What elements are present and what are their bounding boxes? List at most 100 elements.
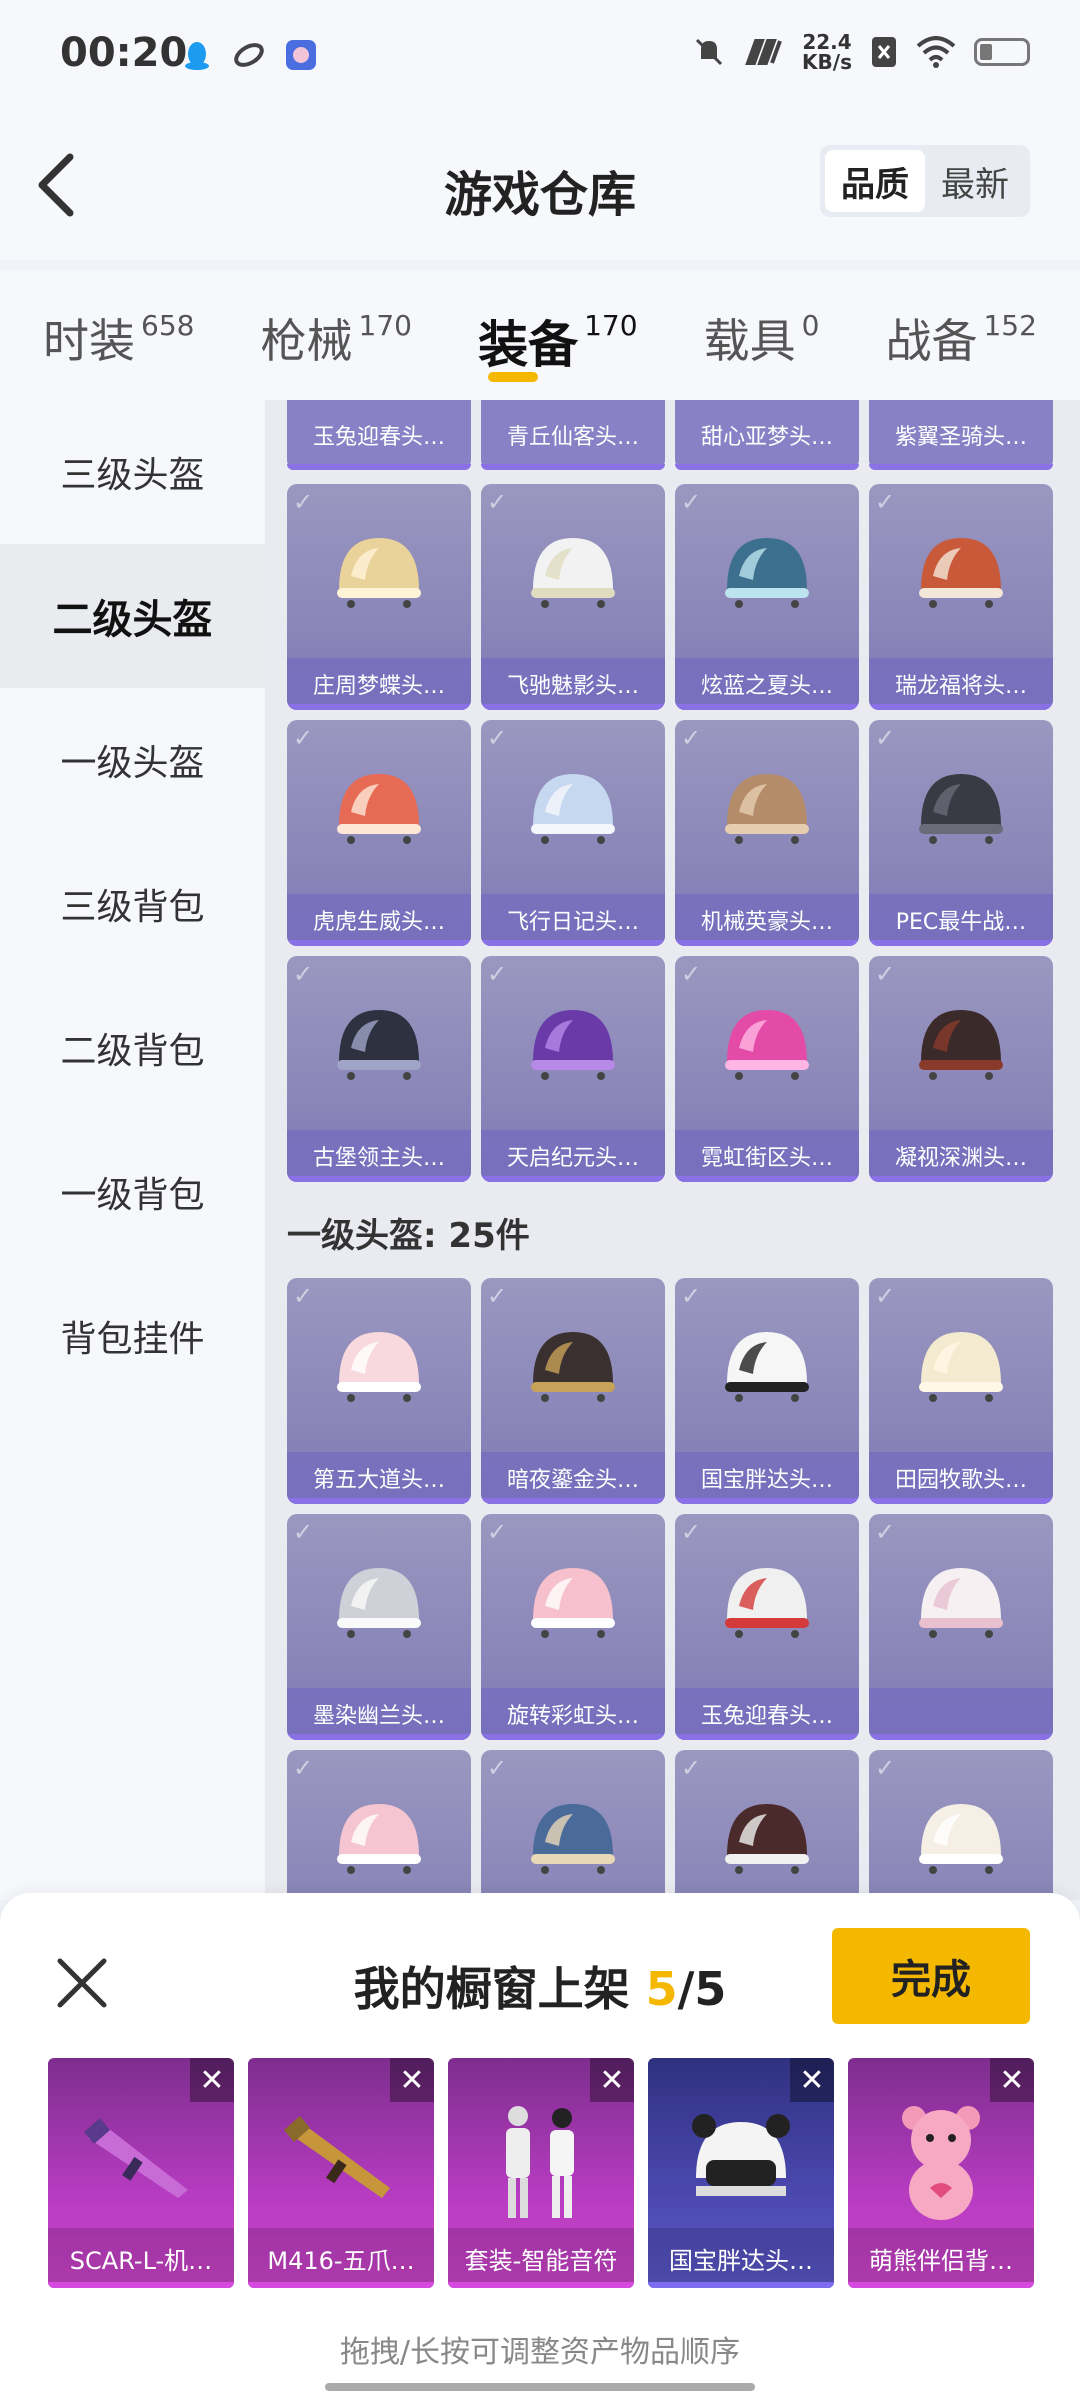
remove-item-icon[interactable]: ✕	[590, 2058, 634, 2102]
check-icon[interactable]: ✓	[293, 1518, 313, 1546]
check-icon[interactable]: ✓	[875, 1282, 895, 1310]
tab-vehicles[interactable]: 载具 0	[704, 270, 820, 400]
item-card[interactable]: ✓ 旋转彩虹头…	[481, 1514, 665, 1740]
check-icon[interactable]: ✓	[875, 724, 895, 752]
item-grid-area[interactable]: 玉兔迎春头… 青丘仙客头… 甜心亚梦头… 紫翼圣骑头… ✓ 庄周梦蝶头… ✓ 飞驰魅影…	[265, 400, 1080, 1900]
item-card[interactable]: ✓ 霓虹街区头…	[675, 956, 859, 1182]
item-card-label[interactable]: 甜心亚梦头…	[675, 400, 859, 470]
check-icon[interactable]: ✓	[487, 724, 507, 752]
item-card-label: 飞驰魅影头…	[481, 658, 665, 710]
item-card[interactable]: ✓ 玉兔迎春头…	[675, 1514, 859, 1740]
done-button[interactable]: 完成	[832, 1928, 1030, 2024]
remove-item-icon[interactable]: ✕	[390, 2058, 434, 2102]
partial-row: 玉兔迎春头… 青丘仙客头… 甜心亚梦头… 紫翼圣骑头…	[287, 400, 1053, 470]
remove-item-icon[interactable]: ✕	[790, 2058, 834, 2102]
item-card[interactable]: ✓ 飞行日记头…	[481, 720, 665, 946]
check-icon[interactable]: ✓	[681, 960, 701, 988]
sidebar-item-level1-helmet[interactable]: 一级头盔	[0, 688, 265, 832]
sort-by-newest[interactable]: 最新	[925, 150, 1025, 212]
item-card[interactable]: ✓ 天启纪元头…	[481, 956, 665, 1182]
showcase-item-label: 萌熊伴侣背…	[848, 2228, 1034, 2288]
showcase-item[interactable]: ✕ SCAR-L-机…	[48, 2058, 234, 2288]
sidebar-item-level3-backpack[interactable]: 三级背包	[0, 832, 265, 976]
check-icon[interactable]: ✓	[875, 1518, 895, 1546]
level1-helmet-grid: ✓ 第五大道头… ✓ 暗夜鎏金头… ✓ 国宝胖达头… ✓ 田园牧歌头… ✓ 墨染幽兰头… ✓ 旋转彩虹…	[287, 1278, 1053, 1900]
level2-helmet-grid: ✓ 庄周梦蝶头… ✓ 飞驰魅影头… ✓ 炫蓝之夏头… ✓ 瑞龙福将头… ✓ 虎虎生威头… ✓ 飞行日记…	[287, 484, 1053, 1182]
item-card[interactable]: ✓	[675, 1750, 859, 1900]
showcase-item[interactable]: ✕ 套装-智能音符	[448, 2058, 634, 2288]
item-card-label: 飞行日记头…	[481, 894, 665, 946]
item-card-label: 庄周梦蝶头…	[287, 658, 471, 710]
tab-equipment[interactable]: 装备 170	[478, 270, 638, 400]
check-icon[interactable]: ✓	[487, 1282, 507, 1310]
item-card[interactable]: ✓	[287, 1750, 471, 1900]
item-card[interactable]: ✓ 第五大道头…	[287, 1278, 471, 1504]
item-card-label[interactable]: 青丘仙客头…	[481, 400, 665, 470]
check-icon[interactable]: ✓	[293, 960, 313, 988]
tab-combat-gear[interactable]: 战备 152	[885, 270, 1036, 400]
sidebar-item-level1-backpack[interactable]: 一级背包	[0, 1120, 265, 1264]
item-card-label[interactable]: 紫翼圣骑头…	[869, 400, 1053, 470]
tab-label: 载具	[703, 314, 796, 368]
item-card[interactable]: ✓ 炫蓝之夏头…	[675, 484, 859, 710]
check-icon[interactable]: ✓	[293, 724, 313, 752]
helmet-icon	[725, 774, 809, 844]
check-icon[interactable]: ✓	[293, 1282, 313, 1310]
item-card-label: 田园牧歌头…	[869, 1452, 1053, 1504]
showcase-sheet: 我的橱窗上架 5/5 完成 ✕ SCAR-L-机… ✕ M416-五爪… ✕ 套…	[0, 1893, 1080, 2400]
check-icon[interactable]: ✓	[293, 488, 313, 516]
item-card[interactable]: ✓ 墨染幽兰头…	[287, 1514, 471, 1740]
check-icon[interactable]: ✓	[681, 724, 701, 752]
check-icon[interactable]: ✓	[681, 488, 701, 516]
helmet-icon	[337, 1804, 421, 1874]
check-icon[interactable]: ✓	[293, 1754, 313, 1782]
sidebar-item-level3-helmet[interactable]: 三级头盔	[0, 400, 265, 544]
check-icon[interactable]: ✓	[875, 960, 895, 988]
tab-fashion[interactable]: 时装 658	[43, 270, 194, 400]
item-card[interactable]: ✓	[869, 1750, 1053, 1900]
tab-guns[interactable]: 枪械 170	[261, 270, 412, 400]
tab-count: 658	[141, 309, 195, 342]
item-card[interactable]: ✓ PEC最牛战…	[869, 720, 1053, 946]
showcase-item[interactable]: ✕ M416-五爪…	[248, 2058, 434, 2288]
check-icon[interactable]: ✓	[681, 1282, 701, 1310]
item-card-label: 玉兔迎春头…	[675, 1688, 859, 1740]
home-indicator[interactable]	[325, 2383, 755, 2391]
item-card-label[interactable]: 玉兔迎春头…	[287, 400, 471, 470]
remove-item-icon[interactable]: ✕	[990, 2058, 1034, 2102]
check-icon[interactable]: ✓	[487, 960, 507, 988]
item-card[interactable]: ✓	[481, 1750, 665, 1900]
status-time: 00:20	[60, 30, 188, 76]
net-speed: 22.4 KB/s	[802, 30, 852, 74]
check-icon[interactable]: ✓	[681, 1518, 701, 1546]
item-card[interactable]: ✓	[869, 1514, 1053, 1740]
tab-count: 170	[358, 309, 412, 342]
showcase-item[interactable]: ✕ 国宝胖达头…	[648, 2058, 834, 2288]
item-card-label	[869, 1688, 1053, 1740]
sidebar-item-backpack-charm[interactable]: 背包挂件	[0, 1264, 265, 1408]
item-card-label: 虎虎生威头…	[287, 894, 471, 946]
remove-item-icon[interactable]: ✕	[190, 2058, 234, 2102]
check-icon[interactable]: ✓	[875, 488, 895, 516]
item-card[interactable]: ✓ 虎虎生威头…	[287, 720, 471, 946]
item-card[interactable]: ✓ 暗夜鎏金头…	[481, 1278, 665, 1504]
check-icon[interactable]: ✓	[487, 1754, 507, 1782]
item-card[interactable]: ✓ 飞驰魅影头…	[481, 484, 665, 710]
item-card[interactable]: ✓ 庄周梦蝶头…	[287, 484, 471, 710]
showcase-count: 5	[645, 1962, 678, 2016]
sidebar-item-level2-helmet[interactable]: 二级头盔	[0, 544, 265, 688]
check-icon[interactable]: ✓	[681, 1754, 701, 1782]
check-icon[interactable]: ✓	[875, 1754, 895, 1782]
sidebar-item-level2-backpack[interactable]: 二级背包	[0, 976, 265, 1120]
item-card[interactable]: ✓ 瑞龙福将头…	[869, 484, 1053, 710]
item-card[interactable]: ✓ 机械英豪头…	[675, 720, 859, 946]
check-icon[interactable]: ✓	[487, 1518, 507, 1546]
item-card[interactable]: ✓ 田园牧歌头…	[869, 1278, 1053, 1504]
active-tab-indicator	[487, 372, 538, 382]
check-icon[interactable]: ✓	[487, 488, 507, 516]
item-card[interactable]: ✓ 古堡领主头…	[287, 956, 471, 1182]
showcase-item[interactable]: ✕ 萌熊伴侣背…	[848, 2058, 1034, 2288]
item-card[interactable]: ✓ 凝视深渊头…	[869, 956, 1053, 1182]
item-card[interactable]: ✓ 国宝胖达头…	[675, 1278, 859, 1504]
sort-by-quality[interactable]: 品质	[825, 150, 925, 212]
